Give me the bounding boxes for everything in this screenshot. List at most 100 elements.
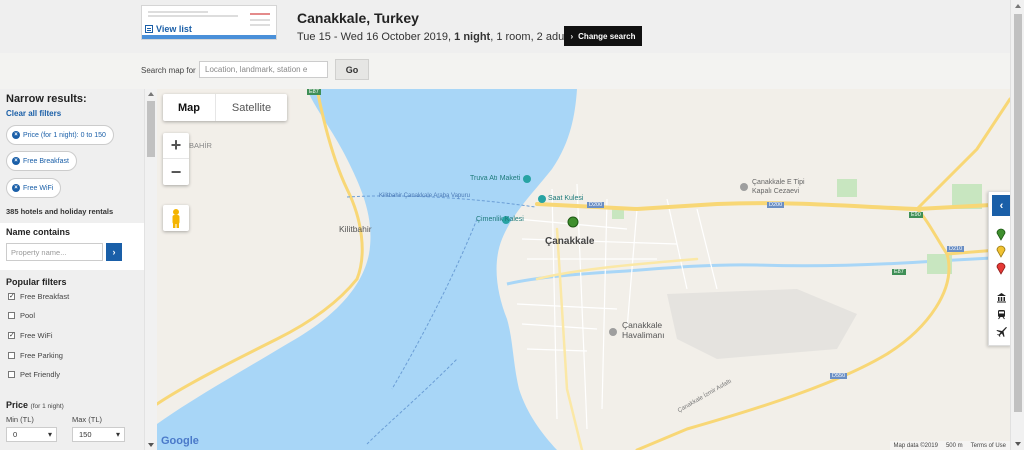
dates-prefix: Tue 15 - Wed 16 October 2019, [297, 31, 452, 43]
sidebar-scroll-thumb[interactable] [147, 101, 155, 157]
park [837, 179, 857, 197]
truva-label: Truva Atı Maketi [470, 175, 521, 182]
road-e90-shield: E90 [909, 212, 923, 218]
road-d550-shield: D550 [830, 373, 848, 379]
dates-summary: Tue 15 - Wed 16 October 2019, 1 night, 1… [297, 31, 575, 43]
active-filter-breakfast[interactable]: × Free Breakfast [6, 151, 77, 171]
poi-icon[interactable] [538, 195, 546, 203]
hotel-marker[interactable] [567, 216, 579, 228]
remove-icon[interactable]: × [12, 184, 20, 192]
map-canvas[interactable]: Çanakkale Kilitbahir Çanakkale Havaliman… [157, 89, 1010, 450]
landmark-icon[interactable] [993, 289, 1009, 305]
property-name-go-button[interactable]: › [106, 243, 122, 261]
red-marker-icon[interactable] [993, 260, 1009, 276]
destination-title: Canakkale, Turkey [297, 10, 419, 26]
dates-suffix: , 1 room, 2 adults [490, 31, 576, 43]
map-type-control: Map Satellite [163, 94, 287, 121]
airport-label-line2: Havalimanı [622, 330, 665, 340]
saat-label: Saat Kulesi [548, 195, 584, 202]
min-price-select[interactable]: 0 [6, 427, 57, 442]
list-thumbnail[interactable] [141, 5, 277, 40]
checkbox-checked[interactable]: ✓ [8, 332, 15, 339]
road-d210-shield: D210 [947, 246, 965, 252]
yellow-marker-icon[interactable] [993, 243, 1009, 259]
price-title: Price (for 1 night) [6, 400, 64, 410]
town-label: Kilitbahir [339, 224, 372, 234]
map-type-satellite-button[interactable]: Satellite [215, 94, 287, 121]
map-attribution: Map data ©2019 500 m Terms of Use [889, 441, 1010, 450]
checkbox[interactable] [8, 312, 15, 319]
page-scroll-thumb[interactable] [1014, 14, 1022, 412]
map-type-map-button[interactable]: Map [163, 94, 215, 121]
poi-icon[interactable] [523, 175, 531, 183]
remove-icon[interactable]: × [12, 157, 20, 165]
view-list-link[interactable]: View list [145, 24, 192, 34]
clear-all-filters-link[interactable]: Clear all filters [6, 109, 61, 118]
map-scale: 500 m [945, 442, 963, 449]
remove-icon[interactable]: × [12, 131, 20, 139]
search-map-label: Search map for [141, 66, 196, 75]
change-search-label: Change search [578, 31, 636, 41]
sidebar-scrollbar[interactable] [144, 89, 157, 450]
ferry-label: Kilitbahir Çanakkale Araba Vapuru [379, 193, 470, 199]
filter-pet-friendly[interactable]: Pet Friendly [8, 370, 60, 379]
active-filter-price[interactable]: × Price (for 1 night): 0 to 150 [6, 125, 114, 145]
poi-icon[interactable] [609, 328, 617, 336]
filter-label: Free Parking [20, 351, 63, 360]
road-e87-shield: E87 [307, 89, 321, 95]
terms-of-use-link[interactable]: Terms of Use [971, 443, 1006, 449]
cimenlik-label: Çimenlik Kalesi [476, 216, 524, 223]
airplane-icon[interactable] [993, 323, 1009, 339]
prison-label-line1: Çanakkale E Tipi [752, 179, 805, 186]
filter-label: Pet Friendly [20, 370, 61, 379]
filter-sidebar: Narrow results: Clear all filters × Pric… [0, 89, 144, 450]
min-price-label: Min (TL) [6, 415, 34, 424]
checkbox[interactable] [8, 371, 15, 378]
prison-label-line2: Kapalı Cezaevi [752, 188, 800, 195]
bahir-label: BAHİR [189, 141, 212, 150]
map-tools-panel: ‹ [988, 191, 1012, 346]
filter-label: Free WiFi [20, 331, 53, 340]
page-scrollbar[interactable] [1010, 0, 1024, 450]
filter-free-wifi[interactable]: ✓ Free WiFi [8, 331, 53, 340]
search-map-input[interactable] [199, 61, 328, 78]
max-price-label: Max (TL) [72, 415, 102, 424]
checkbox[interactable] [8, 352, 15, 359]
name-contains-panel: Name contains › [0, 223, 144, 270]
checkbox-checked[interactable]: ✓ [8, 293, 15, 300]
property-name-input[interactable] [6, 243, 103, 261]
chip-label: Price (for 1 night): 0 to 150 [23, 131, 106, 139]
scroll-down-icon[interactable] [1015, 442, 1021, 446]
poi-icon[interactable] [740, 183, 748, 191]
green-marker-icon[interactable] [993, 226, 1009, 242]
google-logo: Google [161, 435, 199, 447]
road-d200-shield: D200 [587, 202, 605, 208]
filter-free-parking[interactable]: Free Parking [8, 351, 63, 360]
train-icon[interactable] [993, 306, 1009, 322]
price-subtitle: (for 1 night) [30, 403, 64, 410]
city-label: Çanakkale [545, 236, 595, 247]
change-search-button[interactable]: › Change search [564, 26, 642, 46]
scroll-up-icon[interactable] [1015, 4, 1021, 8]
zoom-in-button[interactable]: + [163, 133, 189, 159]
popular-filters-title: Popular filters [6, 277, 67, 287]
map-graphics [157, 89, 1010, 450]
filter-label: Free Breakfast [20, 292, 70, 301]
google-wordmark: Google [161, 435, 199, 447]
hotel-count: 385 hotels and holiday rentals [6, 207, 114, 216]
search-map-go-button[interactable]: Go [335, 59, 369, 80]
nights-count: 1 night [454, 31, 491, 43]
active-filter-wifi[interactable]: × Free WiFi [6, 178, 62, 198]
scroll-up-icon[interactable] [148, 92, 154, 96]
street-view-pegman-icon[interactable] [163, 205, 189, 231]
zoom-out-button[interactable]: − [163, 159, 189, 185]
filter-pool[interactable]: Pool [8, 311, 35, 320]
scroll-down-icon[interactable] [148, 443, 154, 447]
max-price-select[interactable]: 150 [72, 427, 125, 442]
collapse-tools-icon[interactable]: ‹ [992, 195, 1011, 216]
airport-area [667, 289, 857, 359]
park [612, 209, 624, 219]
road-d200-shield: D200 [767, 202, 785, 208]
filter-free-breakfast[interactable]: ✓ Free Breakfast [8, 292, 69, 301]
chevron-right-icon: › [570, 31, 574, 41]
